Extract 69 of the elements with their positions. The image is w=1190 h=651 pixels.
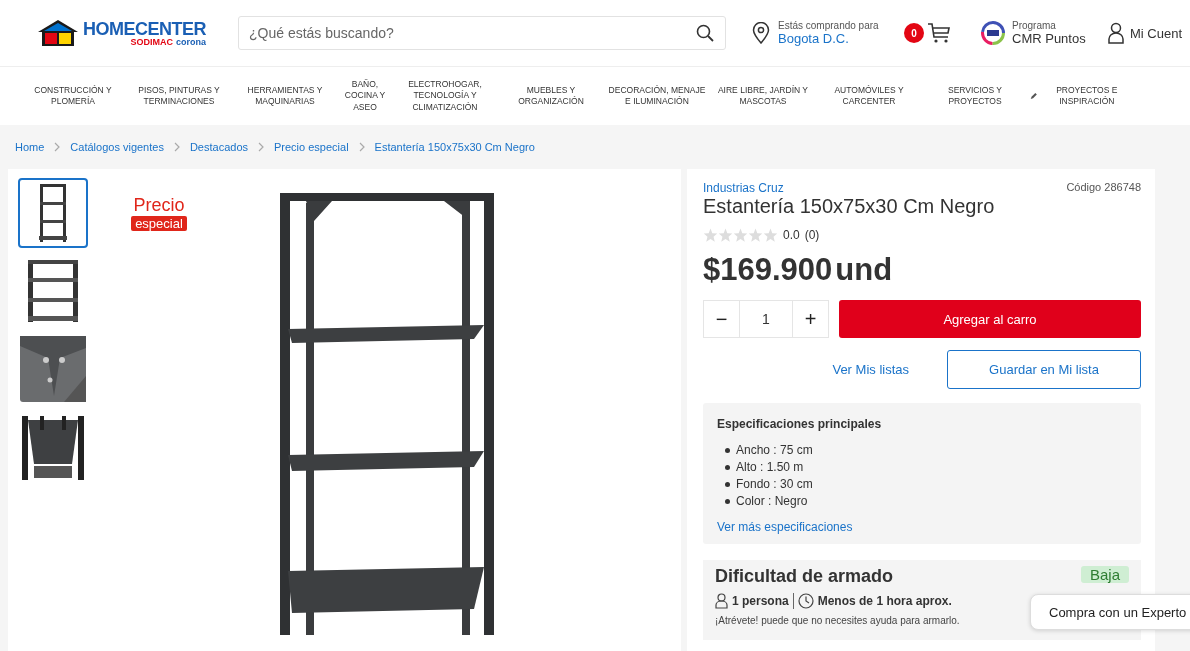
brand-name: HOMECENTER (83, 19, 206, 38)
house-logo-icon (36, 19, 80, 47)
spec-item: Fondo : 30 cm (736, 477, 813, 491)
clock-icon (797, 593, 814, 609)
category-link[interactable]: PROYECTOS E INSPIRACIÓN (1028, 84, 1134, 108)
maker-name: SODIMAC (130, 37, 173, 47)
breadcrumb-link[interactable]: Home (15, 141, 45, 153)
spec-item: Ancho : 75 cm (736, 443, 813, 457)
thumbnail[interactable] (18, 334, 88, 404)
more-specs-link[interactable]: Ver más especificaciones (717, 520, 1127, 534)
my-lists-link[interactable]: Ver Mis listas (832, 362, 909, 377)
account-link[interactable]: Mi Cuent (1130, 25, 1183, 41)
bullet-icon (725, 447, 730, 453)
bullet-icon (725, 464, 730, 470)
maker-subname: corona (176, 37, 206, 47)
chevron-icon (173, 142, 180, 152)
cart-icon[interactable] (927, 22, 951, 44)
category-link[interactable]: HERRAMIENTAS Y MAQUINARIAS (232, 84, 338, 108)
points-name[interactable]: CMR Puntos (1012, 31, 1086, 46)
category-link[interactable]: DECORACIÓN, MENAJE E ILUMINACIÓN (604, 84, 710, 108)
thumbnail[interactable] (18, 178, 88, 248)
spec-item: Color : Negro (736, 494, 808, 508)
user-icon[interactable] (1108, 22, 1124, 44)
save-list-button[interactable]: Guardar en Mi lista (947, 350, 1141, 389)
category-link[interactable]: AIRE LIBRE, JARDÍN Y MASCOTAS (710, 84, 816, 108)
location-label: Estás comprando para (778, 20, 879, 31)
location-pin-icon[interactable] (752, 22, 770, 44)
category-link[interactable]: ELECTROHOGAR, TECNOLOGÍA Y CLIMATIZACIÓN (392, 79, 498, 113)
breadcrumb-link[interactable]: Estantería 150x75x30 Cm Negro (374, 141, 535, 153)
category-link[interactable]: AUTOMÓVILES Y CARCENTER (816, 84, 922, 108)
spec-item: Alto : 1.50 m (736, 460, 804, 474)
person-icon (715, 593, 728, 609)
pencil-icon (1030, 91, 1038, 101)
specs-title: Especificaciones principales (717, 417, 883, 431)
bullet-icon (725, 481, 730, 487)
chevron-icon (358, 142, 365, 152)
special-price-tag: especial (131, 216, 187, 231)
assembly-note: ¡Atrévete! puede que no necesites ayuda para armarlo. (715, 615, 961, 626)
category-link[interactable]: CONSTRUCCIÓN Y PLOMERÍA (20, 84, 126, 108)
price-unit: und (835, 252, 893, 288)
expert-chat-button[interactable]: Compra con un Experto (1030, 594, 1190, 630)
breadcrumb-link[interactable]: Catálogos vigentes (70, 141, 164, 153)
add-to-cart-button[interactable]: Agregar al carro (839, 300, 1141, 338)
product-code: Código 286748 (1066, 181, 1141, 193)
chevron-icon (258, 142, 264, 152)
points-label: Programa (1012, 20, 1057, 31)
price: $169.900 (703, 252, 833, 288)
assembly-title: Dificultad de armado (715, 566, 894, 587)
search-icon[interactable] (696, 24, 714, 42)
breadcrumb-link[interactable]: Precio especial (274, 141, 349, 153)
people-count: 1 persona (732, 594, 789, 608)
search-field[interactable]: ¿Qué estás buscando? (238, 16, 726, 50)
chevron-icon (54, 142, 61, 152)
cart-count: 0 (904, 23, 924, 43)
category-link[interactable]: MUEBLES Y ORGANIZACIÓN (498, 84, 604, 108)
bullet-icon (725, 498, 730, 504)
points-ring-icon[interactable] (980, 20, 1006, 46)
difficulty-tag: Baja (1080, 566, 1129, 583)
review-count: (0) (804, 228, 820, 242)
assembly-time: Menos de 1 hora aprox. (817, 594, 952, 608)
product-title: Estantería 150x75x30 Cm Negro (703, 195, 996, 218)
rating-value: 0.0 (783, 228, 800, 242)
category-link[interactable]: SERVICIOS Y PROYECTOS (922, 84, 1028, 108)
category-link[interactable]: PISOS, PINTURAS Y TERMINACIONES (126, 84, 232, 108)
special-price-title: Precio (133, 195, 185, 216)
category-link[interactable]: BAÑO, COCINA Y ASEO (338, 79, 392, 113)
city-link[interactable]: Bogota D.C. (778, 31, 879, 46)
brand-link[interactable]: Industrias Cruz (703, 181, 784, 195)
breadcrumb-link[interactable]: Destacados (189, 141, 248, 153)
